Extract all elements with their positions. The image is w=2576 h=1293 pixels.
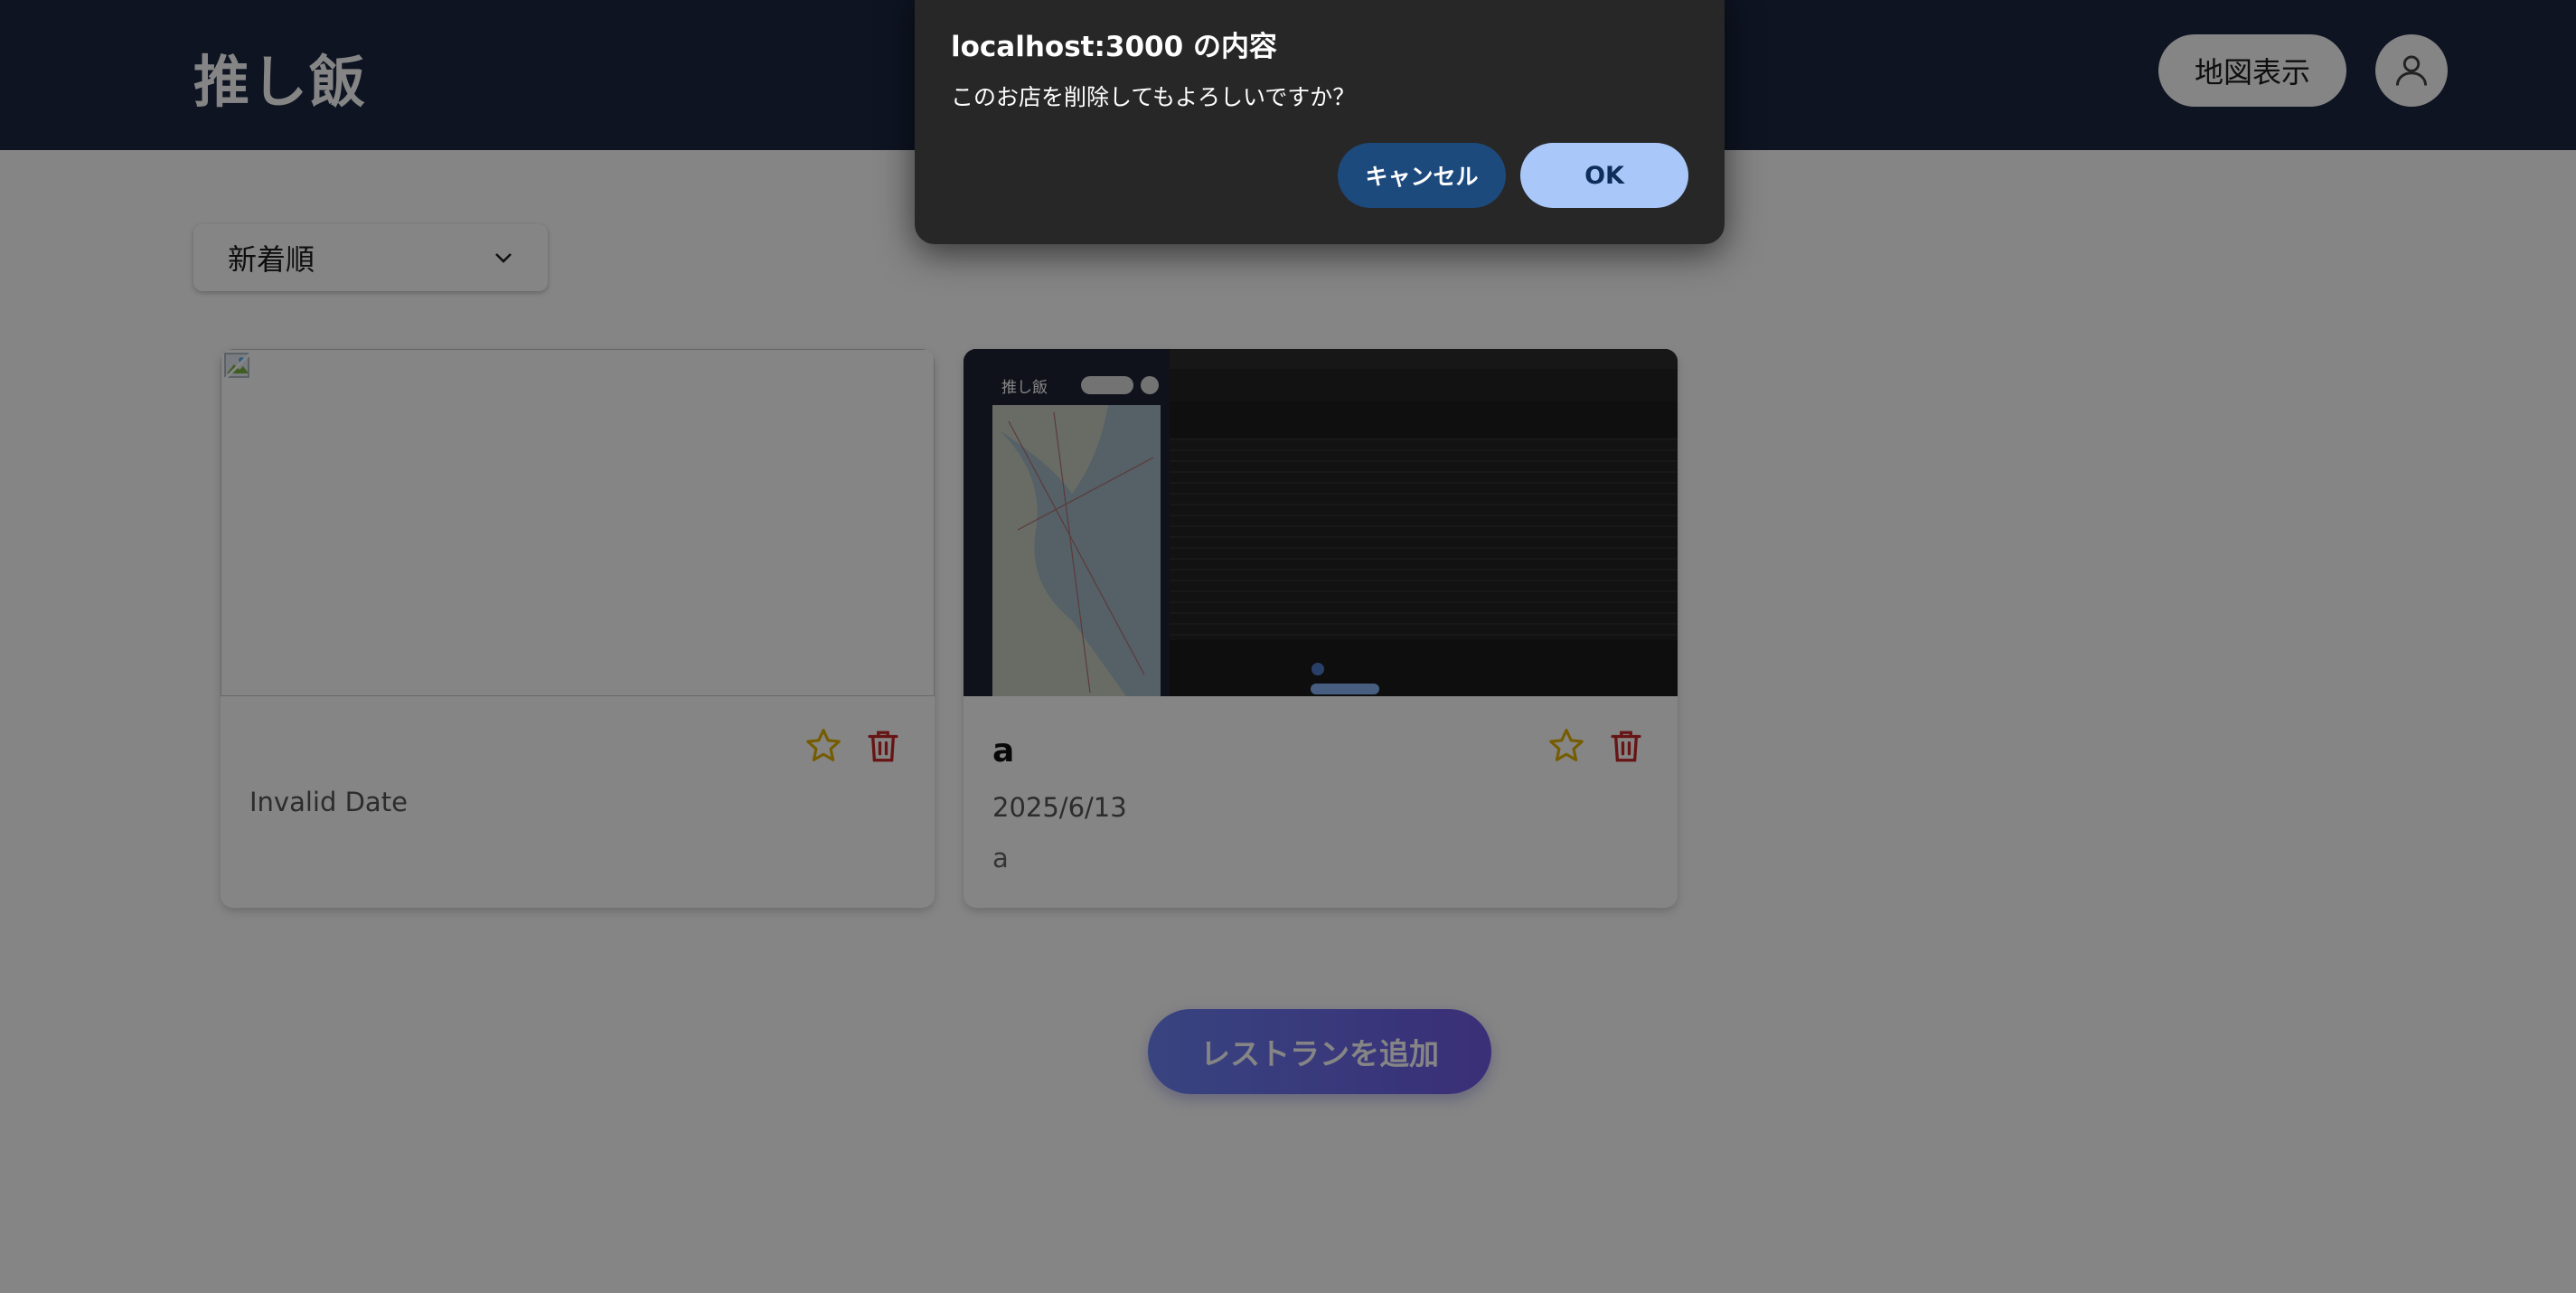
ok-button[interactable]: OK (1520, 143, 1688, 208)
cancel-button[interactable]: キャンセル (1338, 143, 1506, 208)
dialog-title: localhost:3000 の内容 (951, 31, 1277, 63)
confirm-dialog: localhost:3000 の内容 このお店を削除してもよろしいですか？ キャ… (915, 0, 1725, 244)
dialog-message: このお店を削除してもよろしいですか？ (951, 84, 1356, 110)
